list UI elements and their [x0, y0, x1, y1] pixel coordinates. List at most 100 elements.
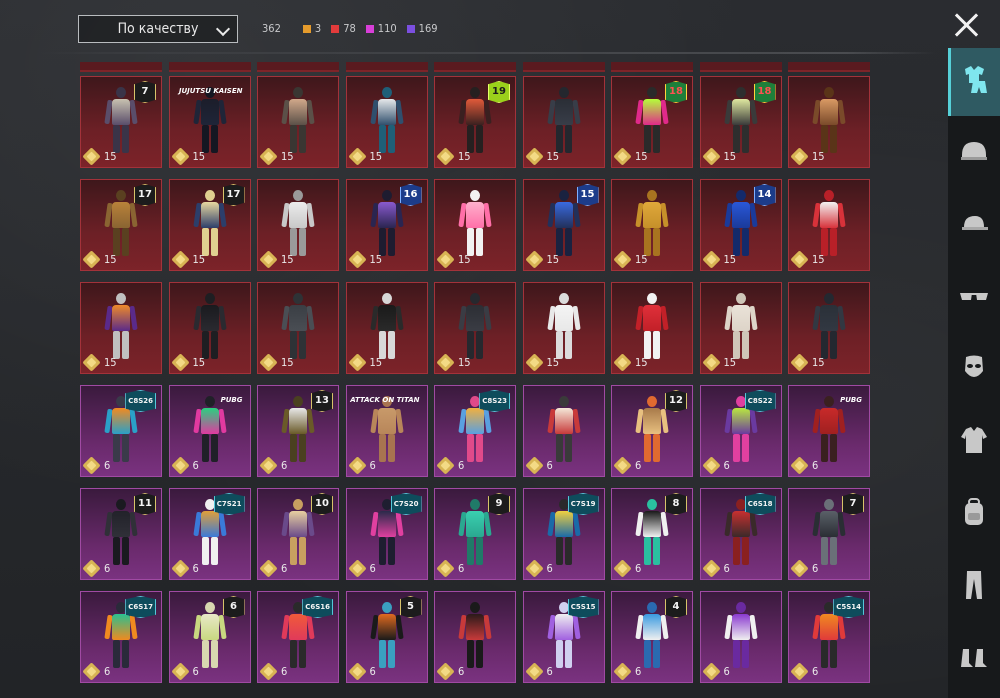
- coin-icon: [524, 250, 544, 269]
- outfit-item-cell[interactable]: 15: [788, 282, 870, 374]
- outfit-item-cell[interactable]: C6S16 6: [257, 591, 339, 683]
- outfit-icon: [959, 63, 993, 101]
- sidebar-item-shirt[interactable]: [948, 408, 1000, 476]
- outfit-item-cell[interactable]: 19 15: [434, 76, 516, 168]
- outfit-item-cell[interactable]: 7 15: [80, 76, 162, 168]
- outfit-item-cell[interactable]: 16 15: [345, 179, 428, 271]
- sidebar-item-helmet[interactable]: [948, 120, 1000, 188]
- coin-icon: [790, 250, 809, 269]
- sidebar-item-outfit[interactable]: [948, 48, 1000, 116]
- item-cost: 6: [613, 662, 642, 681]
- partial-item-cell[interactable]: [345, 62, 428, 72]
- item-cost-value: 15: [635, 253, 648, 266]
- item-cost-value: 6: [546, 562, 553, 575]
- outfit-item-cell[interactable]: 56: [345, 591, 428, 683]
- sidebar-item-backpack[interactable]: [948, 480, 1000, 548]
- inventory-grid-area[interactable]: 7 15 JUJUTSU KAISEN 15 15 15 19 15 15 18 15 18 15 15 1…: [80, 62, 870, 698]
- outfit-item-cell[interactable]: 18 15: [611, 76, 693, 168]
- outfit-item-cell[interactable]: PUBG 6: [168, 385, 251, 477]
- season-badge: C6S16: [302, 596, 333, 618]
- sidebar-item-mask[interactable]: [948, 336, 1000, 404]
- outfit-item-cell[interactable]: 17 15: [168, 179, 251, 271]
- partial-item-cell[interactable]: [611, 62, 693, 72]
- outfit-item-cell[interactable]: C7S19 6: [522, 488, 605, 580]
- partial-item-cell[interactable]: [788, 62, 870, 72]
- outfit-item-cell[interactable]: 15: [345, 282, 428, 374]
- outfit-item-cell[interactable]: C5S14 6: [788, 591, 870, 683]
- inventory-grid: 7 15 JUJUTSU KAISEN 15 15 15 19 15 15 18 15 18 15 15 1…: [80, 76, 870, 683]
- partial-item-cell[interactable]: [434, 62, 516, 72]
- outfit-item-cell[interactable]: ATTACK ON TITAN 6: [345, 385, 428, 477]
- outfit-item-cell[interactable]: 15: [345, 76, 428, 168]
- season-badge: 4: [665, 596, 687, 618]
- outfit-item-cell[interactable]: 14 15: [699, 179, 782, 271]
- sidebar-item-cap[interactable]: [948, 192, 1000, 260]
- outfit-item-cell[interactable]: 15: [168, 282, 251, 374]
- rarity-counter-value: 169: [418, 22, 438, 35]
- item-cost: 6: [259, 559, 287, 578]
- outfit-item-cell[interactable]: 18 15: [699, 76, 782, 168]
- outfit-item-cell[interactable]: PUBG 6: [788, 385, 870, 477]
- outfit-item-cell[interactable]: 10 6: [257, 488, 339, 580]
- outfit-item-cell[interactable]: C8S26 6: [80, 385, 162, 477]
- season-badge: 11: [134, 493, 156, 515]
- partial-item-cell[interactable]: [257, 62, 339, 72]
- outfit-item-cell[interactable]: 96: [434, 488, 516, 580]
- item-cost: 6: [790, 662, 818, 681]
- outfit-item-cell[interactable]: 15: [611, 282, 693, 374]
- outfit-item-cell[interactable]: 15: [257, 282, 339, 374]
- outfit-item-cell[interactable]: 15: [611, 179, 693, 271]
- outfit-item-cell[interactable]: 17 15: [80, 179, 162, 271]
- outfit-item-cell[interactable]: 12 6: [611, 385, 693, 477]
- outfit-item-cell[interactable]: 15 15: [522, 179, 605, 271]
- outfit-item-cell[interactable]: 6: [699, 591, 782, 683]
- outfit-item-cell[interactable]: 6: [434, 591, 516, 683]
- outfit-item-cell[interactable]: 15: [522, 282, 605, 374]
- partial-item-cell[interactable]: [80, 62, 162, 72]
- coin-icon: [701, 456, 721, 475]
- item-cost-value: 6: [458, 665, 465, 678]
- outfit-item-cell[interactable]: 46: [611, 591, 693, 683]
- partial-item-cell[interactable]: [522, 62, 605, 72]
- outfit-item-cell[interactable]: 76: [788, 488, 870, 580]
- outfit-item-cell[interactable]: 13 6: [257, 385, 339, 477]
- outfit-item-cell[interactable]: 15: [257, 76, 339, 168]
- outfit-item-cell[interactable]: 15: [80, 282, 162, 374]
- coin-icon: [347, 662, 367, 681]
- outfit-item-cell[interactable]: 11 6: [80, 488, 162, 580]
- outfit-item-cell[interactable]: 15: [434, 282, 516, 374]
- sidebar-item-pants[interactable]: [948, 552, 1000, 620]
- outfit-figure: [546, 396, 581, 466]
- item-cost-value: 15: [812, 253, 825, 266]
- outfit-item-cell[interactable]: 86: [611, 488, 693, 580]
- outfit-item-cell[interactable]: C6S18 6: [699, 488, 782, 580]
- rarity-color-square: [365, 24, 374, 33]
- outfit-item-cell[interactable]: 15: [434, 179, 516, 271]
- item-cost-value: 6: [458, 562, 465, 575]
- close-button[interactable]: [952, 10, 982, 40]
- sidebar-item-glasses[interactable]: [948, 264, 1000, 332]
- sort-dropdown[interactable]: По качеству: [78, 15, 238, 43]
- outfit-item-cell[interactable]: 6: [522, 385, 605, 477]
- outfit-item-cell[interactable]: 15: [788, 76, 870, 168]
- outfit-item-cell[interactable]: C5S15 6: [522, 591, 605, 683]
- outfit-item-cell[interactable]: 66: [168, 591, 251, 683]
- outfit-item-cell[interactable]: C8S23 6: [434, 385, 516, 477]
- outfit-item-cell[interactable]: C7S21 6: [168, 488, 251, 580]
- item-cost-value: 6: [635, 665, 642, 678]
- outfit-item-cell[interactable]: C7S20 6: [345, 488, 428, 580]
- outfit-item-cell[interactable]: JUJUTSU KAISEN 15: [168, 76, 251, 168]
- item-cost: 15: [347, 353, 382, 372]
- partial-item-cell[interactable]: [699, 62, 782, 72]
- item-cost-value: 6: [104, 459, 111, 472]
- item-cost-value: 15: [192, 150, 206, 163]
- outfit-item-cell[interactable]: C6S17 6: [80, 591, 162, 683]
- outfit-item-cell[interactable]: C8S22 6: [699, 385, 782, 477]
- outfit-item-cell[interactable]: 15: [699, 282, 782, 374]
- outfit-item-cell[interactable]: 15: [788, 179, 870, 271]
- sidebar-item-shoes[interactable]: [948, 624, 1000, 692]
- outfit-item-cell[interactable]: 15: [522, 76, 605, 168]
- item-cost-value: 6: [723, 459, 730, 472]
- partial-item-cell[interactable]: [168, 62, 251, 72]
- outfit-item-cell[interactable]: 15: [257, 179, 339, 271]
